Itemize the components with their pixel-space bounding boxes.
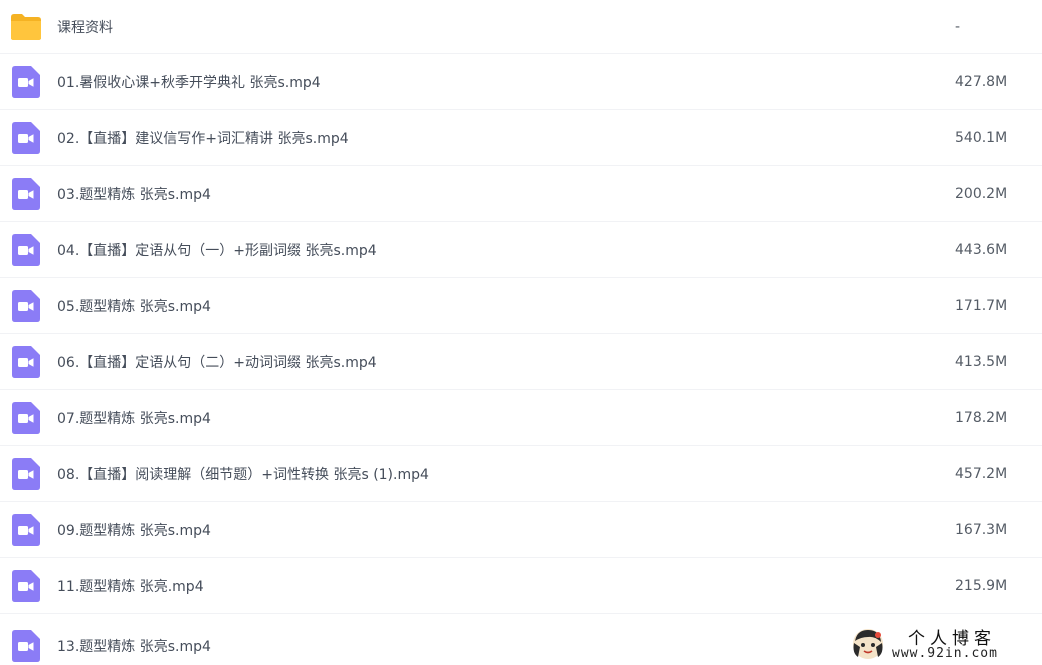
file-size: 540.1M <box>955 129 1008 146</box>
file-name: 11.题型精炼 张亮.mp4 <box>57 578 204 595</box>
video-file-icon <box>10 65 42 98</box>
file-name: 01.暑假收心课+秋季开学典礼 张亮s.mp4 <box>57 74 321 91</box>
file-name: 13.题型精炼 张亮s.mp4 <box>57 639 211 655</box>
video-file-icon <box>10 569 42 602</box>
video-file-icon <box>10 233 42 266</box>
file-row[interactable]: 05.题型精炼 张亮s.mp4 171.7M <box>0 278 1042 334</box>
file-row[interactable]: 01.暑假收心课+秋季开学典礼 张亮s.mp4 427.8M <box>0 54 1042 110</box>
avatar-logo-icon <box>851 627 885 661</box>
video-file-icon <box>10 345 42 378</box>
file-row[interactable]: 06.【直播】定语从句（二）+动词词缀 张亮s.mp4 413.5M <box>0 334 1042 390</box>
file-row[interactable]: 07.题型精炼 张亮s.mp4 178.2M <box>0 390 1042 446</box>
video-file-icon <box>10 401 42 434</box>
file-name: 02.【直播】建议信写作+词汇精讲 张亮s.mp4 <box>57 130 349 147</box>
file-name: 课程资料 <box>57 19 113 36</box>
folder-icon <box>10 11 42 43</box>
file-row[interactable]: 04.【直播】定语从句（一）+形副词缀 张亮s.mp4 443.6M <box>0 222 1042 278</box>
file-name: 04.【直播】定语从句（一）+形副词缀 张亮s.mp4 <box>57 242 377 259</box>
file-list: 课程资料 - 01.暑假收心课+秋季开学典礼 张亮s.mp4 427.8M 02… <box>0 0 1042 665</box>
file-row[interactable]: 08.【直播】阅读理解（细节题）+词性转换 张亮s (1).mp4 457.2M <box>0 446 1042 502</box>
file-size: 178.2M <box>955 409 1008 426</box>
blog-watermark: 个人博客 www.92in.com <box>848 624 1038 664</box>
file-row[interactable]: 02.【直播】建议信写作+词汇精讲 张亮s.mp4 540.1M <box>0 110 1042 166</box>
file-name: 05.题型精炼 张亮s.mp4 <box>57 298 211 315</box>
file-size: 413.5M <box>955 353 1008 370</box>
file-size: 200.2M <box>955 185 1008 202</box>
video-file-icon <box>10 289 42 322</box>
file-name: 09.题型精炼 张亮s.mp4 <box>57 522 211 539</box>
file-name: 03.题型精炼 张亮s.mp4 <box>57 186 211 203</box>
video-file-icon <box>10 457 42 490</box>
video-file-icon <box>10 121 42 154</box>
file-size: 457.2M <box>955 465 1008 482</box>
file-row[interactable]: 03.题型精炼 张亮s.mp4 200.2M <box>0 166 1042 222</box>
file-size: 171.7M <box>955 297 1008 314</box>
file-size: 443.6M <box>955 241 1008 258</box>
file-size: 427.8M <box>955 73 1008 90</box>
file-size: - <box>955 18 961 35</box>
file-size: 215.9M <box>955 577 1008 594</box>
video-file-icon <box>10 177 42 210</box>
video-file-icon <box>10 513 42 546</box>
video-file-icon <box>10 630 42 662</box>
file-row[interactable]: 09.题型精炼 张亮s.mp4 167.3M <box>0 502 1042 558</box>
file-row-folder[interactable]: 课程资料 - <box>0 0 1042 54</box>
file-row[interactable]: 11.题型精炼 张亮.mp4 215.9M <box>0 558 1042 614</box>
file-name: 06.【直播】定语从句（二）+动词词缀 张亮s.mp4 <box>57 354 377 371</box>
file-name: 08.【直播】阅读理解（细节题）+词性转换 张亮s (1).mp4 <box>57 466 429 483</box>
file-size: 167.3M <box>955 521 1008 538</box>
file-name: 07.题型精炼 张亮s.mp4 <box>57 410 211 427</box>
watermark-url: www.92in.com <box>892 646 998 661</box>
